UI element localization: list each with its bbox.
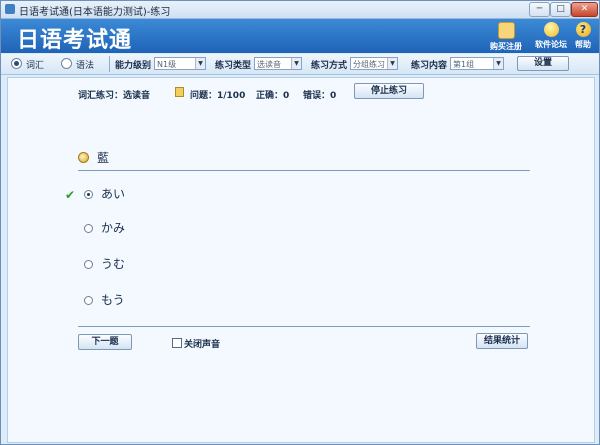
lightbulb-icon (543, 22, 559, 37)
close-button[interactable]: ✕ (571, 2, 598, 17)
settings-button[interactable]: 设置 (517, 56, 569, 71)
method-select[interactable]: 分组练习 ▼ (350, 57, 398, 70)
filter-bar: 词汇 语法 能力级别 N1级 ▼ 练习类型 选读音 ▼ 练习方式 分组练习 ▼ … (1, 54, 599, 75)
mute-checkbox[interactable] (172, 338, 182, 348)
help-label: 帮助 (575, 40, 591, 49)
maximize-button[interactable]: □ (550, 2, 571, 17)
divider-bottom (78, 326, 530, 327)
content-label: 练习内容 (411, 61, 448, 71)
option-radio-2[interactable] (84, 224, 93, 233)
option-3[interactable]: うむ (101, 255, 125, 272)
stop-practice-button[interactable]: 停止练习 (354, 83, 424, 99)
chevron-down-icon: ▼ (493, 58, 503, 69)
divider (109, 56, 110, 72)
option-2[interactable]: かみ (101, 219, 125, 236)
option-radio-1[interactable] (84, 190, 93, 199)
minimize-button[interactable]: ─ (529, 2, 550, 17)
level-select[interactable]: N1级 ▼ (154, 57, 206, 70)
option-radio-3[interactable] (84, 260, 93, 269)
wrong-count: 错误：0 (303, 91, 337, 101)
chevron-down-icon: ▼ (387, 58, 397, 69)
content-value: 第1组 (453, 60, 475, 69)
practice-panel: 词汇练习：选读音 问题：1/100 正确：0 错误：0 停止练习 藍 ✔ あい … (7, 77, 595, 443)
type-value: 选读音 (257, 60, 281, 69)
buy-register-button[interactable]: 购买注册 (483, 19, 529, 53)
method-label: 练习方式 (311, 61, 348, 71)
correct-check-icon: ✔ (65, 188, 76, 202)
header-banner: 日语考试通 购买注册 软件论坛 ? 帮助 (1, 19, 599, 53)
question-word: 藍 (97, 151, 110, 165)
mute-label: 关闭声音 (184, 340, 221, 350)
window-title: 日语考试通(日本语能力测试)-练习 (19, 7, 171, 18)
buy-register-label: 购买注册 (490, 42, 522, 51)
option-radio-4[interactable] (84, 296, 93, 305)
grammar-radio[interactable] (61, 58, 72, 69)
result-stats-button[interactable]: 结果统计 (476, 333, 528, 349)
level-value: N1级 (157, 60, 177, 69)
help-icon: ? (575, 22, 591, 37)
divider-top (78, 170, 530, 171)
correct-count: 正确：0 (256, 91, 290, 101)
app-title: 日语考试通 (17, 28, 133, 53)
next-question-button[interactable]: 下一题 (78, 334, 132, 350)
type-select[interactable]: 选读音 ▼ (254, 57, 302, 70)
chevron-down-icon: ▼ (291, 58, 301, 69)
vocab-radio[interactable] (11, 58, 22, 69)
app-icon (5, 4, 15, 14)
content-select[interactable]: 第1组 ▼ (450, 57, 504, 70)
type-label: 练习类型 (215, 61, 252, 71)
option-4[interactable]: もう (101, 291, 125, 308)
chevron-down-icon: ▼ (195, 58, 205, 69)
question-count: 问题：1/100 (190, 91, 246, 101)
grammar-label: 语法 (76, 61, 95, 71)
practice-mode-text: 词汇练习：选读音 (78, 91, 151, 101)
cart-icon (497, 22, 515, 39)
vocab-label: 词汇 (26, 61, 45, 71)
level-label: 能力级别 (115, 61, 152, 71)
app-window: 日语考试通(日本语能力测试)-练习 ─ □ ✕ 日语考试通 购买注册 软件论坛 … (0, 0, 600, 445)
question-icon (175, 87, 184, 97)
title-bar: 日语考试通(日本语能力测试)-练习 ─ □ ✕ (1, 1, 599, 19)
option-1[interactable]: あい (101, 185, 125, 202)
method-value: 分组练习 (353, 60, 385, 69)
speaker-icon[interactable] (78, 152, 89, 163)
help-button[interactable]: ? 帮助 (567, 19, 599, 53)
